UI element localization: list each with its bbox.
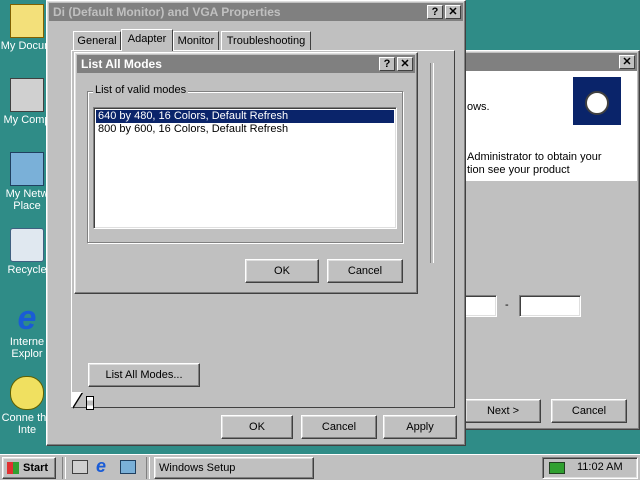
task-windows-setup[interactable]: Windows Setup <box>154 457 314 479</box>
setup-text-line3: tion see your product <box>467 164 570 176</box>
list-all-modes-dialog: List All Modes ? ✕ List of valid modes 6… <box>74 52 418 294</box>
start-label: Start <box>23 462 49 474</box>
cancel-button[interactable]: Cancel <box>301 415 377 439</box>
properties-title: Di (Default Monitor) and VGA Properties <box>49 3 463 21</box>
tab-troubleshooting[interactable]: Troubleshooting <box>221 31 311 50</box>
help-icon[interactable]: ? <box>427 5 443 19</box>
product-key-field-2[interactable] <box>519 295 581 317</box>
taskbar-separator <box>62 457 66 479</box>
ie-quicklaunch-icon[interactable]: e <box>96 457 114 475</box>
setup-titlebar <box>443 53 637 71</box>
setup-text-line2: Administrator to obtain your <box>467 151 602 163</box>
setup-close-button[interactable]: ✕ <box>619 55 635 69</box>
windows-logo-icon <box>7 462 19 474</box>
modes-close-icon[interactable]: ✕ <box>397 57 413 71</box>
key-dash: - <box>505 299 509 311</box>
setup-cd-icon <box>573 77 621 125</box>
setup-cancel-button[interactable]: Cancel <box>551 399 627 423</box>
panel-divider <box>430 63 434 263</box>
clock[interactable]: 11:02 AM <box>577 461 623 473</box>
modes-listbox[interactable]: 640 by 480, 16 Colors, Default Refresh 8… <box>93 107 397 229</box>
channels-quicklaunch-icon[interactable] <box>120 460 136 474</box>
close-icon[interactable]: ✕ <box>445 5 461 19</box>
modes-dialog-title: List All Modes <box>77 55 415 73</box>
list-all-modes-button[interactable]: List All Modes... <box>88 363 200 387</box>
taskbar: Start e Windows Setup 11:02 AM <box>0 454 640 480</box>
ie-logo-icon: e <box>17 299 37 337</box>
show-desktop-icon[interactable] <box>72 460 88 474</box>
tab-adapter[interactable]: Adapter <box>121 29 173 51</box>
modes-cancel-button[interactable]: Cancel <box>327 259 403 283</box>
hourglass-icon <box>86 396 94 410</box>
setup-text-line1: ows. <box>467 101 490 113</box>
recycle-icon <box>10 228 44 262</box>
mode-item-800x600[interactable]: 800 by 600, 16 Colors, Default Refresh <box>96 123 394 136</box>
windows-setup-window: ✕ ows. Administrator to obtain your tion… <box>440 50 640 430</box>
tray-monitor-icon[interactable] <box>549 462 565 474</box>
network-icon <box>10 152 44 186</box>
modes-help-icon[interactable]: ? <box>379 57 395 71</box>
connect-wizard-icon <box>10 376 44 410</box>
modes-ok-button[interactable]: OK <box>245 259 319 283</box>
taskbar-separator <box>146 457 150 479</box>
computer-icon <box>10 78 44 112</box>
ok-button[interactable]: OK <box>221 415 293 439</box>
folder-icon <box>10 4 44 38</box>
mode-item-640x480[interactable]: 640 by 480, 16 Colors, Default Refresh <box>96 110 394 123</box>
next-button[interactable]: Next > <box>465 399 541 423</box>
start-button[interactable]: Start <box>2 457 56 479</box>
tab-monitor[interactable]: Monitor <box>173 31 219 50</box>
system-tray: 11:02 AM <box>542 457 638 479</box>
mouse-cursor-icon <box>72 392 82 408</box>
tab-general[interactable]: General <box>73 31 121 50</box>
apply-button[interactable]: Apply <box>383 415 457 439</box>
modes-group-label: List of valid modes <box>93 84 189 96</box>
